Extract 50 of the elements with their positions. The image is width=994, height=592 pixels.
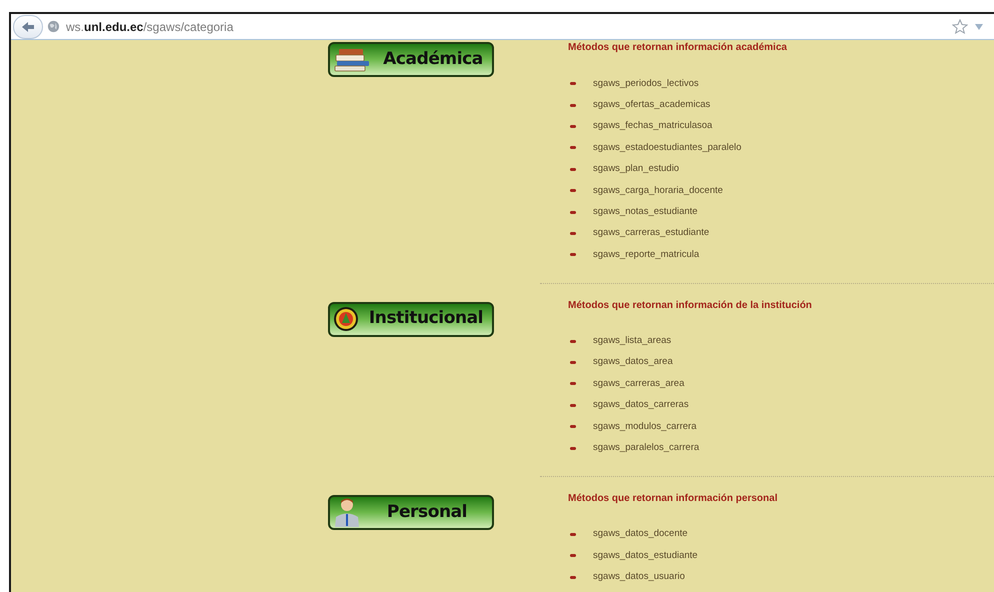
person-icon [333,497,361,528]
dropdown-arrow-icon[interactable] [974,22,984,30]
bullet-icon [570,146,576,150]
bullet-icon [570,189,576,192]
globe-icon [47,20,60,33]
back-button[interactable] [13,14,43,38]
bullet-icon [570,382,576,386]
method-link[interactable]: sgaws_carreras_estudiante [593,226,710,241]
bullet-icon [570,82,576,86]
method-link[interactable]: sgaws_modulos_carrera [593,420,696,434]
section-heading: Métodos que retornan información de la institución [567,300,813,312]
bullet-icon [570,124,576,128]
bullet-icon [570,425,576,428]
back-arrow-icon [21,20,35,32]
method-link[interactable]: sgaws_datos_docente [593,527,688,542]
method-link[interactable]: sgaws_carreras_area [593,376,684,392]
bullet-icon [570,104,576,107]
method-link[interactable]: sgaws_datos_estudiante [593,548,698,564]
category-button[interactable]: Institucional [328,302,494,337]
bullet-icon [570,340,576,343]
star-icon[interactable] [952,19,968,34]
bullet-icon [570,533,576,536]
bullet-icon [570,446,576,450]
url-text[interactable]: ws.unl.edu.ec/sgaws/categoria [66,18,234,36]
category-button[interactable]: Académica [328,42,494,77]
bullet-icon [570,210,576,214]
bullet-icon [570,232,576,235]
method-link[interactable]: sgaws_lista_areas [593,334,672,348]
bullet-icon [570,576,576,579]
method-link[interactable]: sgaws_notas_estudiante [593,204,698,220]
bullet-icon [570,554,576,558]
method-link[interactable]: sgaws_plan_estudio [593,162,680,176]
method-link[interactable]: sgaws_ofertas_academicas [593,98,710,112]
method-link[interactable]: sgaws_periodos_lectivos [593,76,699,91]
method-link[interactable]: sgaws_reporte_matricula [593,248,700,262]
method-link[interactable]: sgaws_datos_carreras [593,398,689,412]
bullet-icon [570,404,576,407]
method-link[interactable]: sgaws_paralelos_carrera [593,441,700,456]
section-heading: Métodos que retornan información personal [567,492,778,505]
method-link[interactable]: sgaws_carga_horaria_docente [593,184,723,198]
category-button[interactable]: Personal [328,494,494,530]
method-link[interactable]: sgaws_estadoestudiantes_paralelo [593,140,742,155]
bullet-icon [570,168,576,171]
section-heading: Métodos que retornan información académica [567,42,788,54]
method-link[interactable]: sgaws_fechas_matriculasoa [593,119,712,134]
emblem-icon [333,306,359,332]
method-link[interactable]: sgaws_datos_area [593,355,673,370]
method-link[interactable]: sgaws_datos_usuario [593,570,685,584]
bullet-icon [570,361,576,364]
bullet-icon [570,253,576,256]
